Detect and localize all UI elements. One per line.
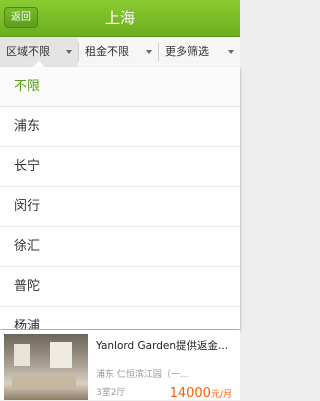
district-option-xuhui[interactable]: 徐汇 (0, 227, 240, 267)
thumbnail-detail (12, 376, 76, 388)
price-unit: 元/月 (210, 390, 232, 400)
district-option-putuo[interactable]: 普陀 (0, 267, 240, 307)
listing-layout: 3室2厅 (96, 388, 126, 398)
listing-location: 浦东 仁恒滨江园（一... (96, 370, 189, 380)
thumbnail-detail (50, 342, 72, 368)
chevron-down-icon (66, 50, 72, 54)
thumbnail-detail (14, 344, 30, 366)
district-option-minhang[interactable]: 闵行 (0, 187, 240, 227)
district-dropdown: 不限 浦东 长宁 闵行 徐汇 普陀 杨浦 (0, 67, 240, 329)
more-filters-label: 更多筛选 (165, 45, 209, 58)
listing-price: 14000元/月 (170, 382, 232, 401)
district-option-yangpu[interactable]: 杨浦 (0, 307, 240, 329)
page-title: 上海 (104, 9, 135, 27)
more-filters[interactable]: 更多筛选 (159, 37, 240, 67)
chevron-down-icon (228, 50, 234, 54)
rent-filter-label: 租金不限 (85, 45, 129, 58)
rent-filter[interactable]: 租金不限 (79, 37, 158, 67)
listing-title: Yanlord Garden提供返金... (96, 340, 229, 352)
price-value: 14000 (169, 386, 211, 401)
district-option-changning[interactable]: 长宁 (0, 147, 240, 187)
district-option-pudong[interactable]: 浦东 (0, 107, 240, 147)
district-option-any[interactable]: 不限 (0, 67, 240, 107)
title-bar: 返回 上海 (0, 0, 240, 37)
listing-thumbnail (4, 334, 88, 400)
listing-item[interactable]: Yanlord Garden提供返金... 浦东 仁恒滨江园（一... 3室2厅… (0, 330, 240, 401)
chevron-down-icon (146, 50, 152, 54)
